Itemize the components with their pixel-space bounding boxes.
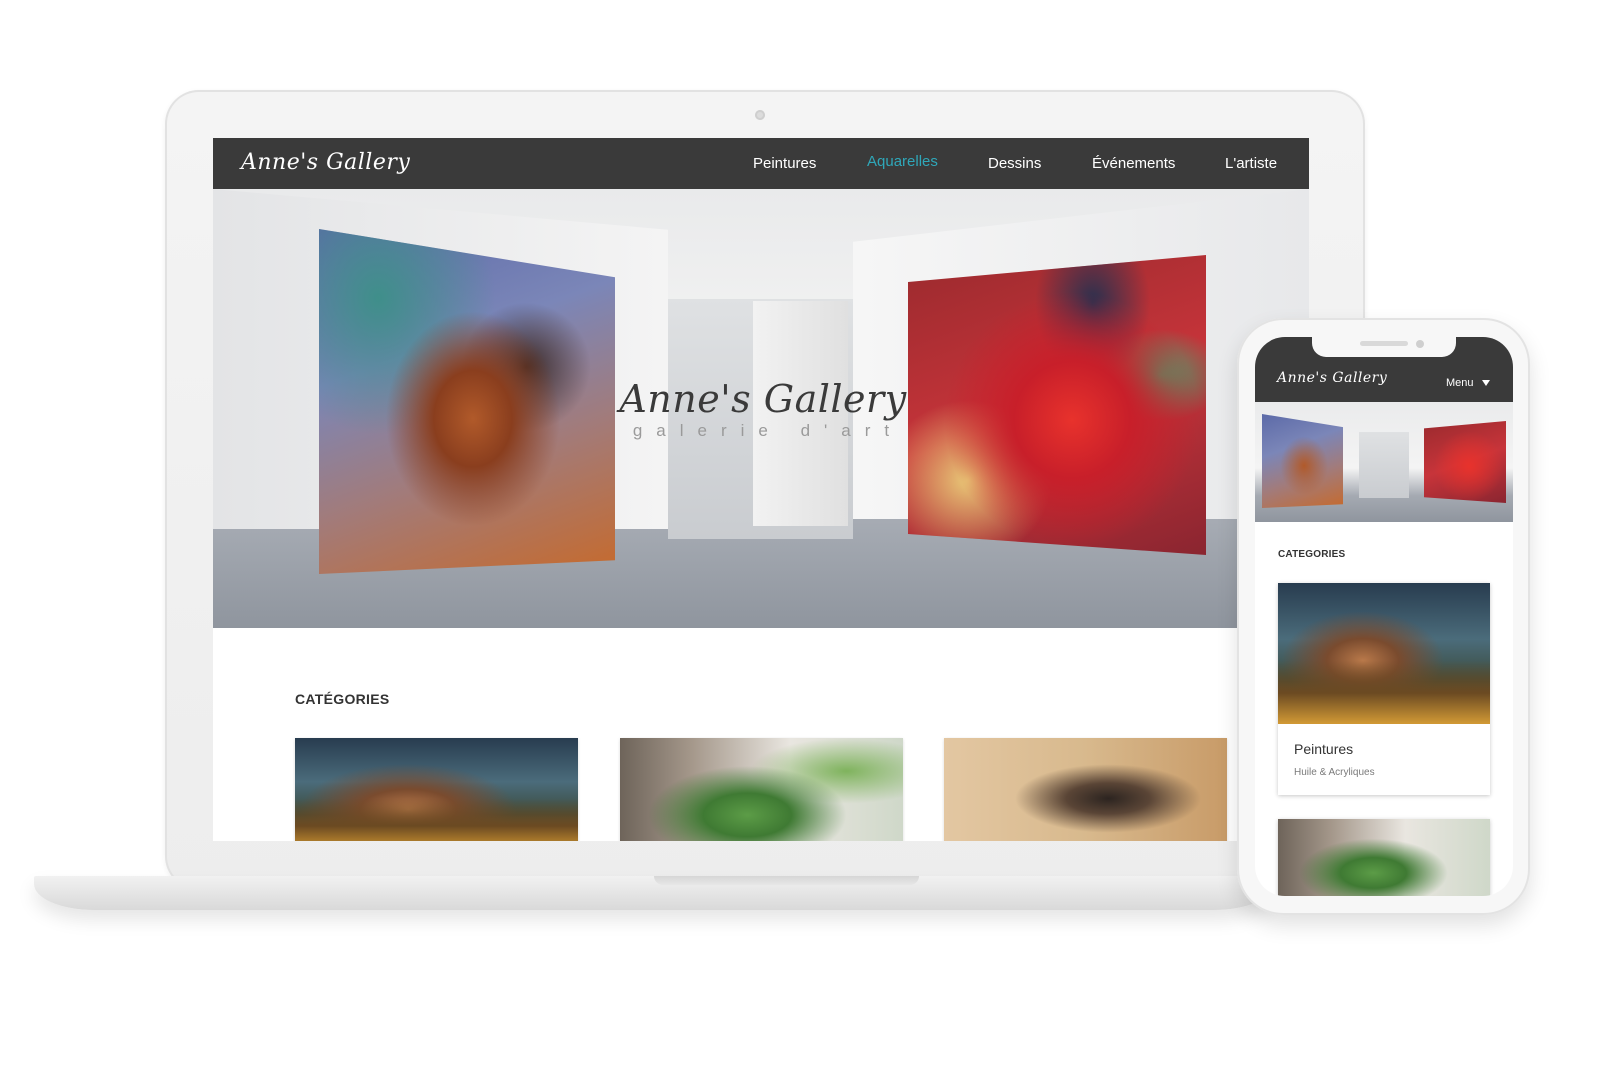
mobile-hero-painting-left xyxy=(1262,414,1343,508)
desktop-navbar: Anne's Gallery Peintures Aquarelles Dess… xyxy=(213,138,1309,189)
caret-down-icon xyxy=(1481,380,1490,387)
category-thumb-peintures[interactable] xyxy=(295,738,578,841)
nav-item-artiste[interactable]: L'artiste xyxy=(1225,138,1277,189)
mobile-hero-painting-right xyxy=(1424,421,1506,503)
mobile-category-card-peintures[interactable]: Peintures Huile & Acryliques xyxy=(1278,583,1490,795)
mobile-hero-doorway xyxy=(1359,432,1409,498)
category-thumb-dessins[interactable] xyxy=(944,738,1227,841)
desktop-screen: Anne's Gallery Peintures Aquarelles Dess… xyxy=(213,138,1309,841)
nav-item-aquarelles[interactable]: Aquarelles xyxy=(867,138,938,186)
mobile-category-card-subtitle: Huile & Acryliques xyxy=(1294,767,1375,778)
mobile-category-card-aquarelles[interactable] xyxy=(1278,819,1490,896)
nav-item-dessins[interactable]: Dessins xyxy=(988,138,1041,189)
laptop-notch xyxy=(654,876,919,885)
brand-logo[interactable]: Anne's Gallery xyxy=(241,150,410,175)
nav-item-peintures[interactable]: Peintures xyxy=(753,138,816,189)
mobile-menu-button[interactable]: Menu xyxy=(1446,377,1490,389)
mobile-brand-logo[interactable]: Anne's Gallery xyxy=(1277,370,1387,386)
mobile-category-card-title: Peintures xyxy=(1294,741,1354,757)
phone-notch xyxy=(1312,337,1456,357)
hero-banner: Anne's Gallery galerie d'art xyxy=(213,189,1309,628)
mobile-categories-heading: CATEGORIES xyxy=(1278,549,1346,560)
laptop-base xyxy=(34,876,1274,910)
hero-subtitle: galerie d'art xyxy=(632,421,904,440)
mobile-menu-label: Menu xyxy=(1446,377,1474,389)
hero-title-text: Anne's Gallery xyxy=(619,377,907,421)
categories-heading: CATÉGORIES xyxy=(295,691,390,707)
mobile-hero-banner xyxy=(1255,402,1513,522)
laptop-camera xyxy=(755,110,765,120)
phone-speaker xyxy=(1360,341,1408,346)
category-thumb-aquarelles[interactable] xyxy=(620,738,903,841)
mobile-screen: Anne's Gallery Menu CATEGORIES Peintures… xyxy=(1255,337,1513,896)
hero-title: Anne's Gallery xyxy=(213,377,1309,421)
mobile-category-card-image xyxy=(1278,583,1490,724)
phone-camera xyxy=(1416,340,1424,348)
phone-frame: Anne's Gallery Menu CATEGORIES Peintures… xyxy=(1237,318,1530,915)
nav-item-evenements[interactable]: Événements xyxy=(1092,138,1175,189)
